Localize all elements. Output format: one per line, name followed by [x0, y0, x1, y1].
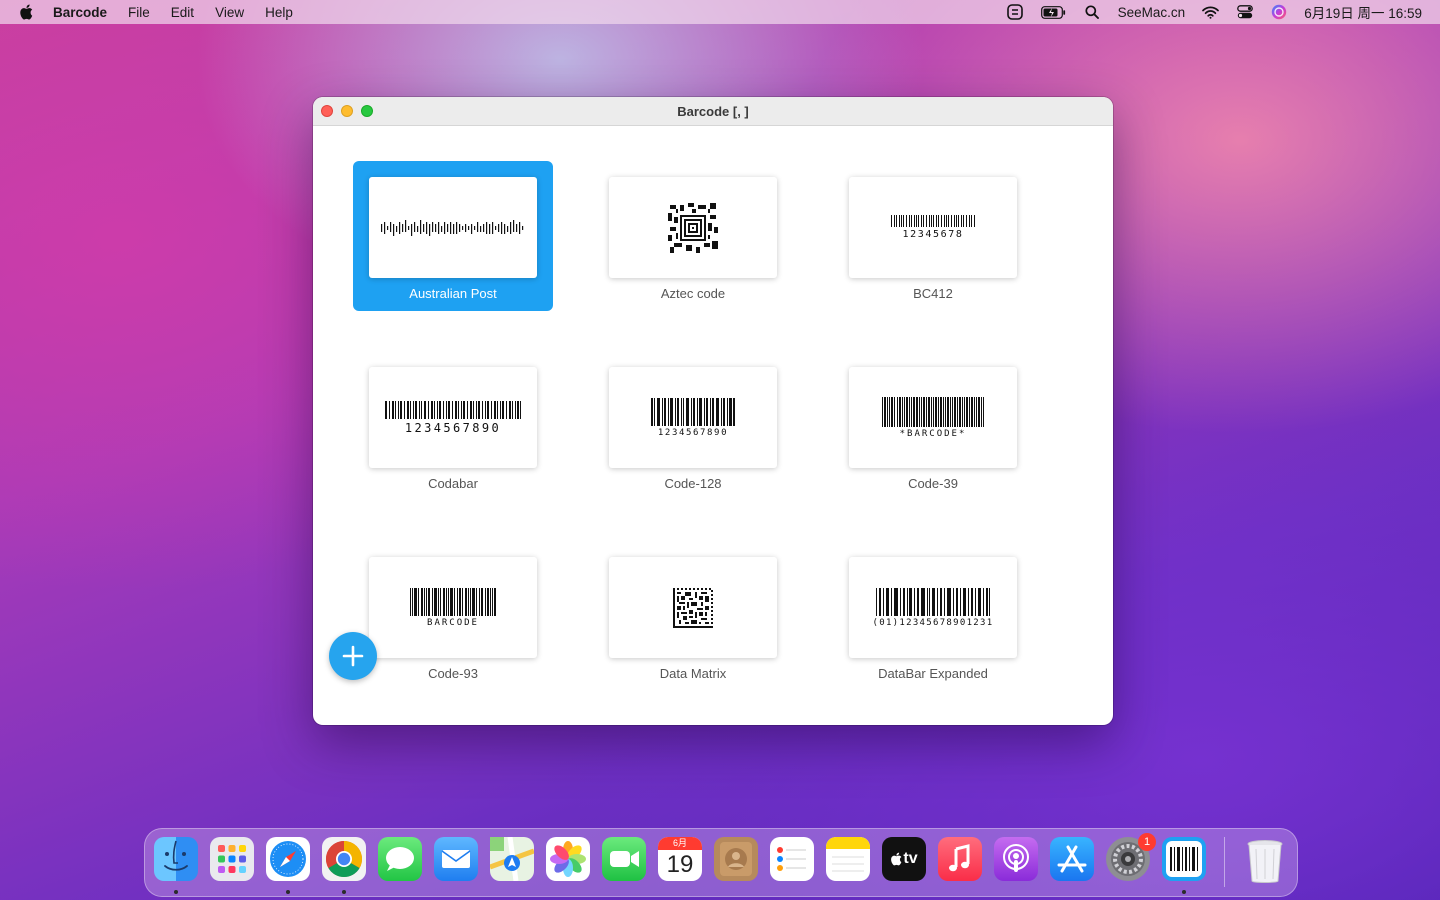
- barcode-type-grid: Australian Post Aztec code 12345678 BC41…: [313, 126, 1113, 725]
- dock: 6月 19 tv 1: [144, 828, 1298, 897]
- window-controls: [321, 105, 381, 117]
- australian-post-barcode-image: [381, 219, 524, 236]
- apple-tv-label: tv: [903, 850, 918, 867]
- barcode-item-aztec-code[interactable]: Aztec code: [593, 161, 793, 311]
- wifi-icon[interactable]: [1202, 5, 1220, 19]
- safari-icon[interactable]: [266, 837, 310, 881]
- barcode-item-label: DataBar Expanded: [878, 666, 988, 681]
- barcode-sample-text: BARCODE: [427, 617, 479, 628]
- safari-running-indicator: [286, 890, 290, 894]
- contacts-icon[interactable]: [714, 837, 758, 881]
- control-center-icon[interactable]: [1236, 5, 1253, 19]
- barcode-preview: 1234567890: [609, 367, 777, 468]
- barcode-item-label: Aztec code: [660, 286, 726, 301]
- podcasts-icon[interactable]: [994, 837, 1038, 881]
- barcode-item-codabar[interactable]: 1234567890 Codabar: [353, 351, 553, 501]
- aztec-code-image: [668, 202, 718, 253]
- siri-icon[interactable]: [1270, 4, 1287, 20]
- barcode-item-databar-expanded[interactable]: (01)12345678901231 DataBar Expanded: [833, 541, 1033, 691]
- calendar-day: 19: [666, 851, 694, 878]
- barcode-item-label: Codabar: [428, 476, 478, 491]
- barcode-item-label: Code-93: [428, 666, 478, 681]
- clock[interactable]: 6月19日 周一 16:59: [1304, 2, 1422, 22]
- barcode-item-label: Code-128: [664, 476, 722, 491]
- barcode-app-icon[interactable]: [1162, 837, 1206, 881]
- close-button[interactable]: [321, 105, 333, 117]
- barcode-item-data-matrix[interactable]: Data Matrix: [593, 541, 793, 691]
- maps-icon[interactable]: [489, 836, 535, 882]
- calendar-month: 6月: [658, 837, 702, 850]
- window-title: Barcode [, ]: [677, 103, 749, 119]
- add-barcode-button[interactable]: [329, 632, 377, 680]
- codabar-barcode-image: [385, 400, 521, 419]
- app-store-icon[interactable]: [1050, 837, 1094, 881]
- barcode-item-bc412[interactable]: 12345678 BC412: [833, 161, 1033, 311]
- chrome-icon[interactable]: [322, 837, 366, 881]
- barcode-preview: [609, 557, 777, 658]
- system-preferences-icon[interactable]: 1: [1106, 833, 1156, 881]
- menu-app-name[interactable]: Barcode: [53, 5, 107, 20]
- barcode-item-code-93[interactable]: BARCODE Code-93: [353, 541, 553, 691]
- status-text[interactable]: SeeMac.cn: [1118, 5, 1186, 20]
- barcode-item-label: Code-39: [908, 476, 958, 491]
- chrome-running-indicator: [342, 890, 346, 894]
- barcode-item-label: Data Matrix: [659, 666, 727, 681]
- databar-expanded-barcode-image: [876, 587, 990, 616]
- apple-tv-icon[interactable]: tv: [882, 837, 926, 881]
- apple-menu-icon[interactable]: [19, 4, 33, 20]
- barcode-preview: BARCODE: [369, 557, 537, 658]
- photos-icon[interactable]: [546, 837, 590, 881]
- calendar-icon[interactable]: 6月 19: [658, 837, 702, 881]
- data-matrix-image: [673, 587, 713, 628]
- code-128-barcode-image: [651, 397, 735, 426]
- reminders-icon[interactable]: [770, 837, 814, 881]
- finder-icon[interactable]: [154, 837, 198, 881]
- code-93-barcode-image: [410, 587, 496, 616]
- notes-icon[interactable]: [826, 837, 870, 881]
- messages-icon[interactable]: [378, 837, 422, 881]
- menu-bar: Barcode File Edit View Help SeeMac.cn 6月…: [0, 0, 1440, 24]
- music-icon[interactable]: [938, 837, 982, 881]
- facetime-icon[interactable]: [602, 837, 646, 881]
- barcode-sample-text: *BARCODE*: [899, 428, 967, 439]
- barcode-item-code-128[interactable]: 1234567890 Code-128: [593, 351, 793, 501]
- barcode-preview: [369, 177, 537, 278]
- minimize-button[interactable]: [341, 105, 353, 117]
- notification-badge: 1: [1138, 833, 1156, 851]
- code-39-barcode-image: [882, 396, 984, 427]
- barcode-item-label: Australian Post: [409, 286, 497, 301]
- menu-file[interactable]: File: [128, 5, 150, 20]
- launchpad-icon[interactable]: [210, 837, 254, 881]
- spotlight-search-icon[interactable]: [1084, 5, 1101, 19]
- barcode-window: Barcode [, ] Australian Post Aztec code …: [313, 97, 1113, 725]
- finder-running-indicator: [174, 890, 178, 894]
- trash-icon[interactable]: [1243, 837, 1287, 883]
- menu-help[interactable]: Help: [265, 5, 293, 20]
- barcode-sample-text: 1234567890: [404, 420, 502, 435]
- mail-icon[interactable]: [434, 837, 478, 881]
- battery-icon[interactable]: [1041, 5, 1067, 19]
- barcode-preview: [609, 177, 777, 278]
- barcode-item-code-39[interactable]: *BARCODE* Code-39: [833, 351, 1033, 501]
- barcode-running-indicator: [1182, 890, 1186, 894]
- status-app-icon[interactable]: [1007, 4, 1024, 20]
- plus-icon: [342, 645, 364, 667]
- barcode-preview: 12345678: [849, 177, 1017, 278]
- barcode-preview: *BARCODE*: [849, 367, 1017, 468]
- barcode-preview: 1234567890: [369, 367, 537, 468]
- dock-separator: [1224, 837, 1225, 887]
- apple-logo-icon: [891, 852, 902, 866]
- barcode-sample-text: 12345678: [902, 229, 964, 240]
- barcode-sample-text: 1234567890: [657, 427, 729, 438]
- barcode-item-label: BC412: [913, 286, 953, 301]
- menu-view[interactable]: View: [215, 5, 244, 20]
- menu-edit[interactable]: Edit: [171, 5, 194, 20]
- barcode-sample-text: (01)12345678901231: [872, 617, 994, 628]
- barcode-item-australian-post[interactable]: Australian Post: [353, 161, 553, 311]
- bc412-barcode-image: [891, 215, 975, 227]
- zoom-button[interactable]: [361, 105, 373, 117]
- barcode-preview: (01)12345678901231: [849, 557, 1017, 658]
- title-bar[interactable]: Barcode [, ]: [313, 97, 1113, 126]
